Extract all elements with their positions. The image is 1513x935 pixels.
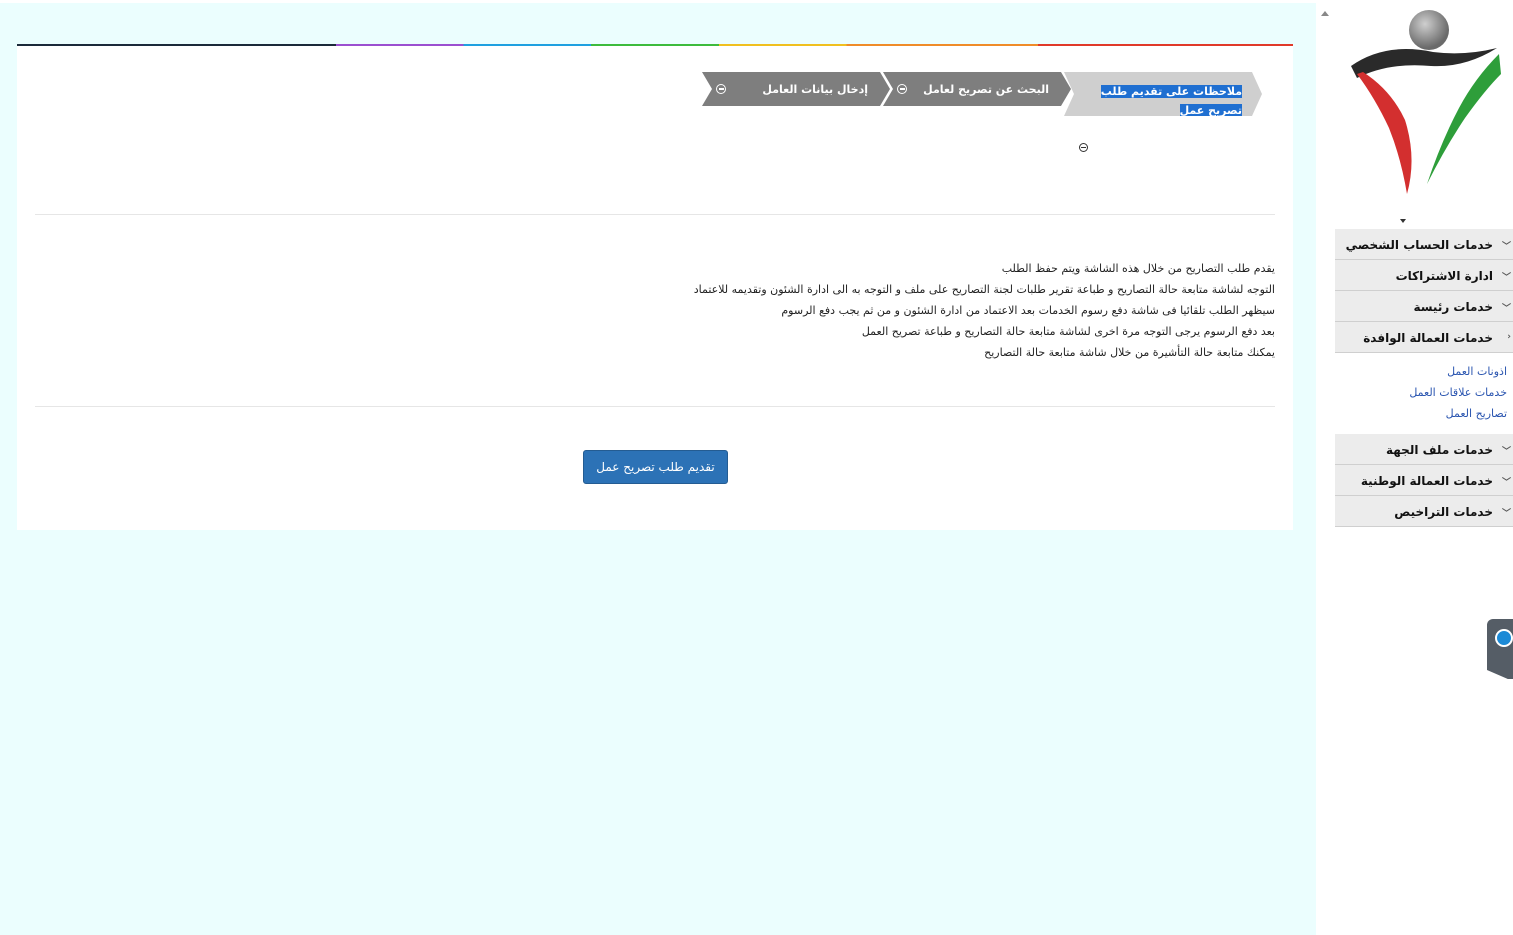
menu-label: ادارة الاشتراكات xyxy=(1395,269,1493,283)
menu-label: خدمات رئيسة xyxy=(1413,300,1493,314)
chevron-down-icon: ﹀ xyxy=(1501,273,1511,283)
instruction-line: يمكنك متابعة حالة التأشيرة من خلال شاشة … xyxy=(984,346,1275,359)
chevron-down-icon: ﹀ xyxy=(1501,509,1511,519)
menu-label: خدمات العمالة الوطنية xyxy=(1360,474,1493,488)
submit-permit-request-button[interactable]: تقديم طلب تصريح عمل xyxy=(583,450,728,484)
rainbow-divider xyxy=(17,44,1293,46)
chevron-down-icon: ﹀ xyxy=(1501,242,1511,252)
step-notes-active[interactable]: ملاحظات على تقديم طلب تصريح عمل xyxy=(1064,72,1262,116)
instruction-line: التوجه لشاشة متابعة حالة التصاريح و طباع… xyxy=(693,283,1275,296)
step-label: ملاحظات على تقديم طلب تصريح عمل xyxy=(1100,85,1242,117)
submenu-link-work-permissions[interactable]: اذونات العمل xyxy=(1335,361,1507,382)
step-enter-worker-data[interactable]: إدخال بيانات العامل xyxy=(702,72,890,106)
menu-label: خدمات الحساب الشخصي xyxy=(1345,238,1493,252)
submenu-link-work-permits[interactable]: تصاريح العمل xyxy=(1335,403,1507,424)
main-content-area: إدخال بيانات العامل البحث عن تصريح لعامل… xyxy=(0,3,1316,935)
minus-circle-icon xyxy=(897,84,907,94)
person-figure-logo xyxy=(1351,10,1501,194)
menu-main-services[interactable]: ﹀ خدمات رئيسة xyxy=(1335,291,1513,322)
submenu-expat-labor: اذونات العمل خدمات علاقات العمل تصاريح ا… xyxy=(1335,353,1513,434)
chevron-down-icon: ﹀ xyxy=(1501,478,1511,488)
menu-label: خدمات العمالة الوافدة xyxy=(1363,331,1493,345)
chevron-left-icon: ‹ xyxy=(1507,332,1511,342)
caret-down-icon xyxy=(1400,219,1406,223)
teamviewer-icon xyxy=(1495,629,1513,647)
sidebar-menu: ﹀ خدمات الحساب الشخصي ﹀ ادارة الاشتراكات… xyxy=(1335,229,1513,527)
minus-circle-icon xyxy=(716,84,726,94)
wizard-card: إدخال بيانات العامل البحث عن تصريح لعامل… xyxy=(17,44,1293,530)
submenu-link-labor-relations[interactable]: خدمات علاقات العمل xyxy=(1335,382,1507,403)
minus-circle-icon xyxy=(1079,143,1088,152)
divider xyxy=(35,214,1275,215)
step-label: إدخال بيانات العامل xyxy=(762,83,868,96)
remote-support-widget[interactable] xyxy=(1487,619,1513,679)
menu-entity-file[interactable]: ﹀ خدمات ملف الجهة xyxy=(1335,434,1513,465)
menu-label: خدمات التراخيص xyxy=(1394,505,1493,519)
instruction-line: بعد دفع الرسوم يرجى التوجه مرة اخرى لشاش… xyxy=(861,325,1275,338)
divider xyxy=(35,406,1275,407)
instructions-list: يقدم طلب التصاريح من خلال هذه الشاشة ويت… xyxy=(275,258,1275,363)
menu-expat-labor[interactable]: ‹ خدمات العمالة الوافدة xyxy=(1335,322,1513,353)
chevron-down-icon: ﹀ xyxy=(1501,304,1511,314)
scroll-up-arrow-icon[interactable] xyxy=(1321,11,1329,16)
instruction-line: سيظهر الطلب تلقائيا فى شاشة دفع رسوم الخ… xyxy=(781,304,1275,317)
menu-label: خدمات ملف الجهة xyxy=(1385,443,1493,457)
menu-licenses[interactable]: ﹀ خدمات التراخيص xyxy=(1335,496,1513,527)
step-label: البحث عن تصريح لعامل xyxy=(923,83,1049,96)
chevron-down-icon: ﹀ xyxy=(1501,447,1511,457)
menu-national-labor[interactable]: ﹀ خدمات العمالة الوطنية xyxy=(1335,465,1513,496)
step-search-permit[interactable]: البحث عن تصريح لعامل xyxy=(883,72,1071,106)
menu-subscriptions[interactable]: ﹀ ادارة الاشتراكات xyxy=(1335,260,1513,291)
instruction-line: يقدم طلب التصاريح من خلال هذه الشاشة ويت… xyxy=(1001,262,1275,275)
menu-personal-account[interactable]: ﹀ خدمات الحساب الشخصي xyxy=(1335,229,1513,260)
